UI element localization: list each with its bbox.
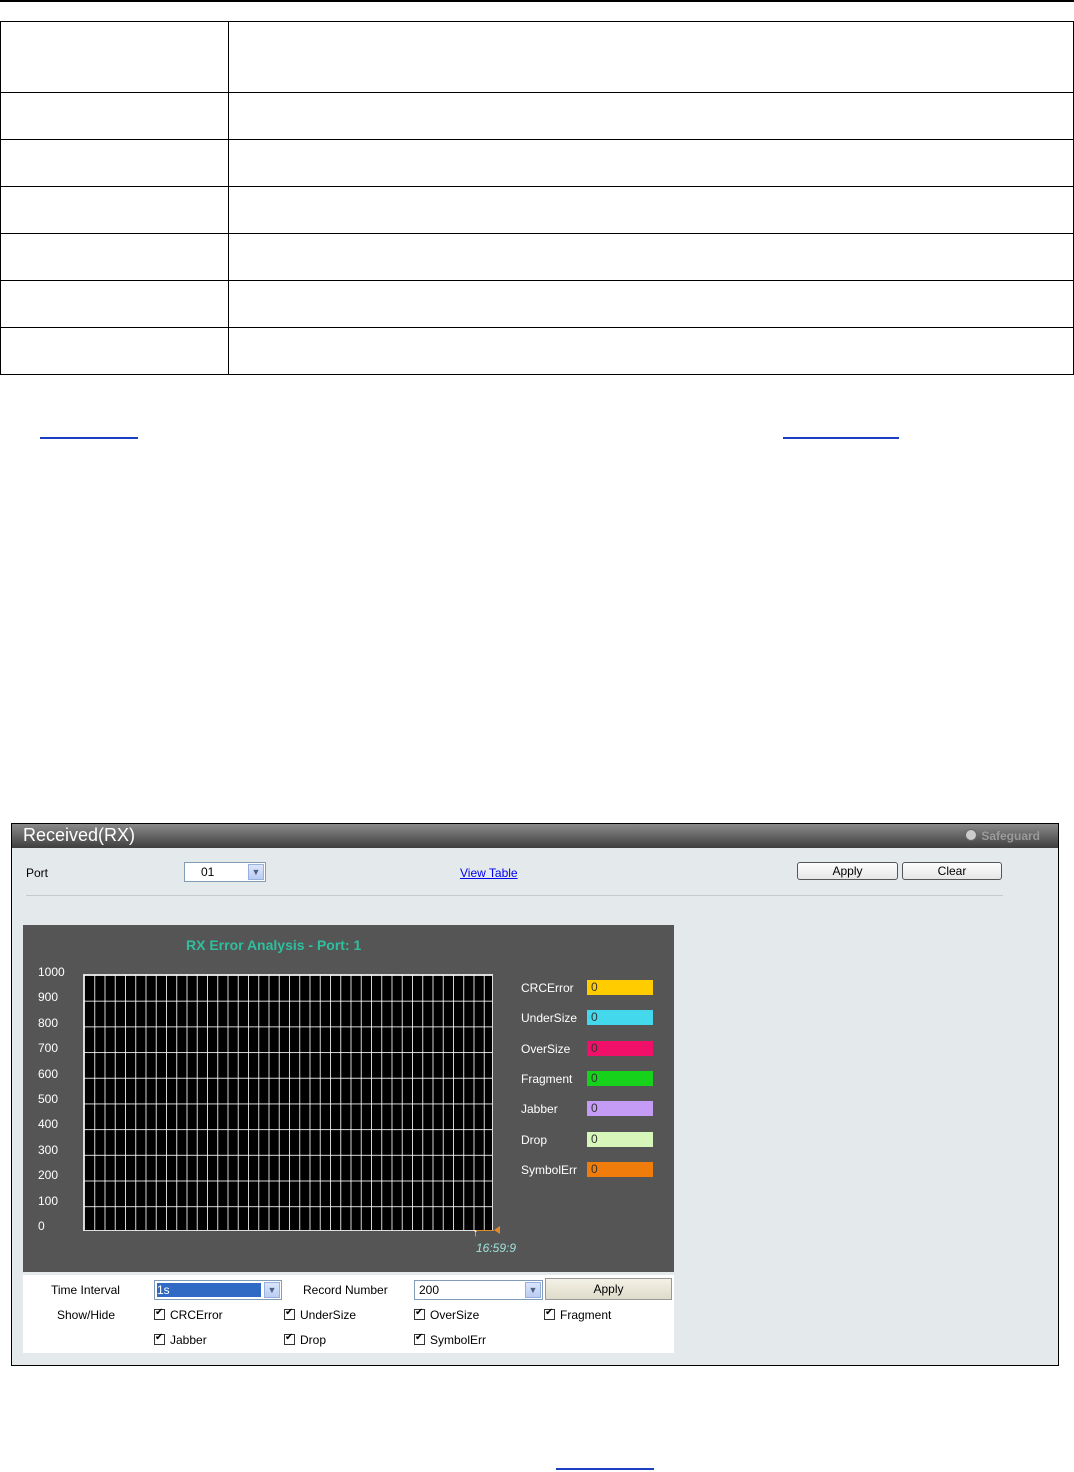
interval-apply-button[interactable]: Apply [545, 1278, 672, 1300]
port-select[interactable]: 01 ▼ [184, 862, 266, 882]
apply-button[interactable]: Apply [797, 862, 898, 880]
safeguard-label: Safeguard [981, 829, 1040, 843]
legend-value-box: 0 [587, 1101, 653, 1117]
parameter-table [0, 21, 1074, 375]
checkbox-undersize[interactable]: UnderSize [284, 1307, 357, 1322]
series-line [476, 1230, 494, 1231]
y-tick-label: 400 [38, 1117, 59, 1132]
y-tick-label: 0 [38, 1219, 45, 1233]
hyperlink-underline[interactable] [783, 437, 899, 439]
chevron-down-icon[interactable]: ▼ [525, 1282, 541, 1298]
y-tick-label: 600 [38, 1066, 59, 1081]
legend-value-box: 0 [587, 1161, 653, 1177]
hyperlink-underline[interactable] [556, 1468, 654, 1470]
checkbox-label: CRCError [170, 1308, 223, 1322]
checkbox-crcerror[interactable]: CRCError [154, 1307, 223, 1322]
checkbox-label: SymbolErr [430, 1333, 487, 1347]
y-tick-label: 100 [38, 1193, 59, 1208]
safeguard-icon [965, 829, 978, 841]
legend-series-name: CRCError [521, 981, 574, 995]
port-label: Port [26, 866, 49, 880]
clear-button[interactable]: Clear [902, 862, 1002, 880]
chart-title: RX Error Analysis - Port: 1 [186, 937, 362, 953]
safeguard-indicator: Safeguard [965, 829, 1040, 843]
checkbox-checked-icon[interactable] [414, 1307, 425, 1320]
record-number-label: Record Number [303, 1283, 388, 1297]
divider [26, 895, 1003, 896]
y-tick-label: 300 [38, 1142, 59, 1157]
show-hide-label: Show/Hide [57, 1308, 116, 1322]
table-row [0, 186, 1074, 234]
checkbox-fragment[interactable]: Fragment [544, 1307, 612, 1322]
arrow-up-icon: ↑ [473, 1228, 478, 1239]
legend-value-box: 0 [587, 1010, 653, 1026]
table-row [0, 21, 1074, 93]
port-select-value: 01 [201, 865, 215, 879]
checkbox-checked-icon[interactable] [414, 1332, 425, 1345]
y-tick-label: 700 [38, 1041, 59, 1056]
checkbox-checked-icon[interactable] [284, 1332, 295, 1345]
x-axis-time-label: 16:59:9 [476, 1241, 517, 1255]
chevron-down-icon[interactable]: ▼ [248, 864, 264, 880]
record-number-value: 200 [419, 1283, 440, 1297]
checkbox-label: UnderSize [300, 1308, 357, 1322]
table-row [0, 280, 1074, 328]
rx-error-chart: RX Error Analysis - Port: 1 1000 900 800 70… [23, 925, 674, 1272]
time-interval-label: Time Interval [51, 1283, 120, 1297]
current-marker-icon [494, 1226, 500, 1234]
checkbox-label: Fragment [560, 1308, 612, 1322]
legend-series-name: SymbolErr [521, 1162, 578, 1177]
checkbox-checked-icon[interactable] [284, 1307, 295, 1320]
checkbox-oversize[interactable]: OverSize [414, 1307, 480, 1322]
view-table-link[interactable]: View Table [460, 866, 518, 880]
chevron-down-icon[interactable]: ▼ [264, 1282, 280, 1298]
checkbox-drop[interactable]: Drop [284, 1332, 327, 1347]
checkbox-label: Drop [300, 1333, 327, 1347]
table-row [0, 327, 1074, 375]
table-row [0, 92, 1074, 140]
legend-value-box: 0 [587, 1040, 653, 1056]
page-top-rule [0, 0, 1074, 2]
table-row [0, 233, 1074, 281]
plot-area [83, 974, 493, 1231]
panel-title: Received(RX) [23, 825, 136, 845]
chart-controls: Time Interval 1s ▼ Record Number 200 ▼ A… [23, 1275, 674, 1353]
checkbox-checked-icon[interactable] [154, 1307, 165, 1320]
time-interval-value: 1s [157, 1283, 261, 1297]
checkbox-checked-icon[interactable] [544, 1307, 555, 1320]
checkbox-checked-icon[interactable] [154, 1332, 165, 1345]
y-tick-label: 1000 [38, 965, 65, 979]
y-tick-label: 800 [38, 1015, 59, 1030]
legend-series-name: OverSize [521, 1041, 571, 1056]
received-rx-panel: Received(RX) Safeguard Port 01 ▼ View Ta… [11, 823, 1059, 1366]
legend-series-name: Jabber [521, 1102, 558, 1117]
y-tick-label: 200 [38, 1168, 59, 1183]
y-tick-label: 500 [38, 1092, 59, 1106]
checkbox-label: OverSize [430, 1308, 480, 1322]
legend-value-box: 0 [587, 980, 653, 995]
legend-value-box: 0 [587, 1131, 653, 1147]
legend-series-name: Drop [521, 1132, 548, 1147]
hyperlink-underline[interactable] [40, 437, 138, 439]
legend-value-box: 0 [587, 1070, 653, 1086]
y-tick-label: 900 [38, 990, 59, 1005]
panel-title-bar: Received(RX) Safeguard [12, 824, 1058, 848]
checkbox-jabber[interactable]: Jabber [154, 1332, 207, 1347]
checkbox-symbolerr[interactable]: SymbolErr [414, 1332, 487, 1347]
record-number-select[interactable]: 200 ▼ [414, 1280, 543, 1300]
time-interval-select[interactable]: 1s ▼ [154, 1280, 282, 1300]
legend-series-name: Fragment [521, 1071, 573, 1086]
legend-series-name: UnderSize [521, 1011, 578, 1026]
table-row [0, 139, 1074, 187]
checkbox-label: Jabber [170, 1333, 207, 1347]
